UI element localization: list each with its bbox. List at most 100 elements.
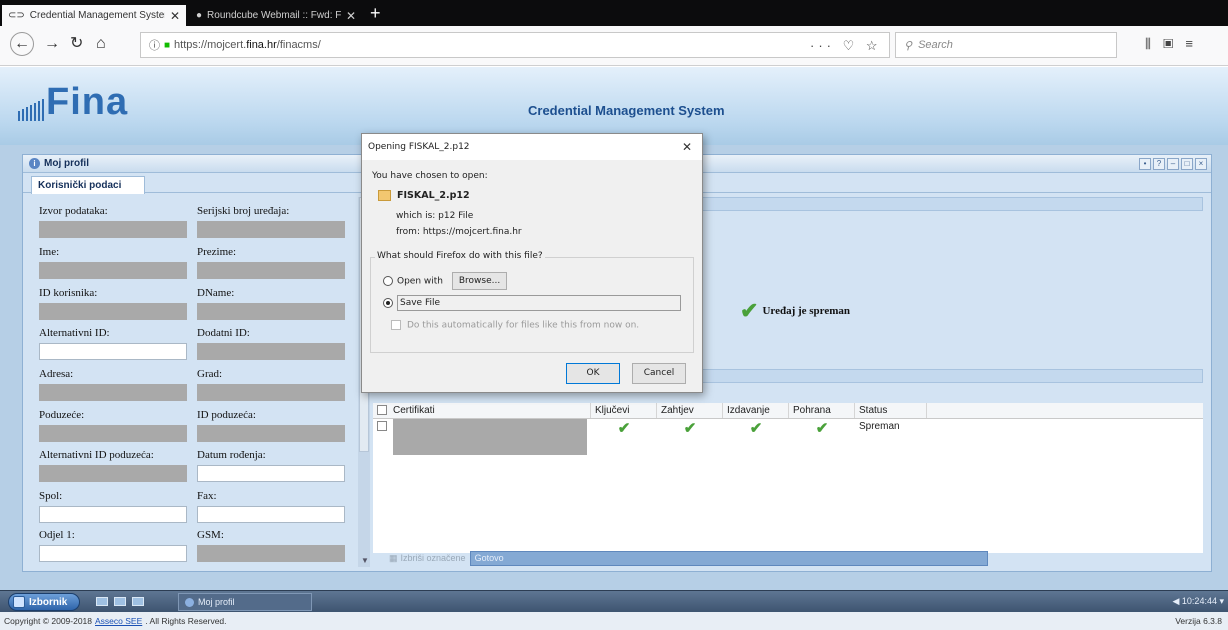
back-icon[interactable]: ← [10,32,34,56]
field-label: Datum rođenja: [197,449,266,461]
status-bar: Gotovo [469,550,988,566]
field-label: Alternativni ID poduzeća: [39,449,154,461]
column-izdavanje[interactable]: Izdavanje [723,403,789,418]
user-data-form: Izvor podataka: Serijski broj uređaja: I… [33,197,358,567]
info-icon[interactable]: ⓘ [149,37,160,53]
url-text: https://mojcert.fina.hr/finacms/ [174,39,321,51]
close-icon[interactable]: × [1195,158,1207,170]
dialog-intro: You have chosen to open: [372,171,488,181]
field-label: Grad: [197,368,223,380]
maximize-icon[interactable]: □ [1181,158,1193,170]
field-input[interactable] [39,343,187,360]
field-label: ID poduzeća: [197,409,256,421]
new-tab-icon[interactable]: + [370,3,381,23]
start-label: Izbornik [29,596,68,608]
browser-tab-cms[interactable]: ⊂⊃ Credential Management Syster ✕ [2,5,186,26]
field-input[interactable] [39,545,187,562]
field-input[interactable] [39,506,187,523]
taskbar: Izbornik Moj profil ◀ 10:24:44 ▾ [0,590,1228,612]
field-label: DName: [197,287,235,299]
form-field: Izvor podataka: [39,205,187,238]
open-with-label[interactable]: Open with [397,277,443,287]
field-input[interactable] [197,465,345,482]
dialog-title: Opening FISKAL_2.p12 [362,134,702,160]
info-icon: i [29,158,40,169]
save-file-label[interactable]: Save File [397,295,681,311]
ok-button[interactable]: OK [566,363,620,384]
taskbar-clock: ◀ 10:24:44 ▾ [1172,596,1225,606]
library-sidebar-menu-icons[interactable]: ⫼▣≡ [1145,36,1205,52]
cell-zahtjev: ✔ [683,420,697,437]
browser-tab-webmail[interactable]: ● Roundcube Webmail :: Fwd: Fw ✕ [190,5,362,26]
minimize-icon[interactable]: – [1167,158,1179,170]
taskbar-item-profile[interactable]: Moj profil [178,593,312,611]
auto-checkbox[interactable] [391,320,401,330]
search-icon: ⚲ [904,39,913,52]
logo-bars [18,99,44,121]
form-field: ID poduzeća: [197,409,345,442]
column-label: Ključevi [595,405,630,416]
close-icon[interactable]: ✕ [682,140,692,154]
column-zahtjev[interactable]: Zahtjev [657,403,723,418]
company-link[interactable]: Asseco SEE [95,616,142,626]
help-icon[interactable]: ? [1153,158,1165,170]
field-label: GSM: [197,529,224,541]
save-file-radio[interactable] [383,298,393,308]
search-placeholder: Search [918,39,953,51]
field-input [39,303,187,320]
row-checkbox[interactable] [377,421,387,431]
form-field: Poduzeće: [39,409,187,442]
select-all-checkbox[interactable] [377,405,387,415]
form-field: Alternativni ID poduzeća: [39,449,187,482]
quick-launch-icon[interactable] [96,597,108,606]
field-label: Prezime: [197,246,237,258]
column-pohrana[interactable]: Pohrana [789,403,855,418]
cell-status: Spreman [859,421,900,432]
start-menu-button[interactable]: Izbornik [8,593,80,611]
field-label: Adresa: [39,368,74,380]
dialog-file: FISKAL_2.p12 [378,190,470,201]
field-label: ID korisnika: [39,287,98,299]
field-input [197,221,345,238]
open-with-radio[interactable] [383,276,393,286]
form-field: Grad: [197,368,345,401]
dialog-file-type: which is: p12 File [396,211,474,221]
quick-launch-icon[interactable] [114,597,126,606]
tab-user-data[interactable]: Korisnički podaci [31,176,145,194]
column-kljucevi[interactable]: Ključevi [591,403,657,418]
form-field: Alternativni ID: [39,327,187,360]
reload-icon[interactable]: ↻ [70,33,83,55]
column-status[interactable]: Status [855,403,927,418]
form-field: Spol: [39,490,187,523]
search-input[interactable]: ⚲ Search [895,32,1117,58]
link-icon: ⊂⊃ [8,10,25,21]
page-actions-icons[interactable]: ··· ♡ ☆ [810,38,882,54]
table-row[interactable]: ✔ ✔ ✔ ✔ Spreman [373,419,1203,457]
field-label: Fax: [197,490,217,502]
copyright-text: Copyright © 2009-2018 [4,616,93,626]
form-field: GSM: [197,529,345,562]
cell-kljucevi: ✔ [617,420,631,437]
close-tab-icon[interactable]: ✕ [170,9,180,23]
window-title: Moj profil [44,158,89,169]
field-input[interactable] [197,506,345,523]
column-certifikati[interactable]: Certifikati [373,403,591,418]
close-tab-icon[interactable]: ✕ [346,9,356,23]
forward-icon[interactable]: → [44,33,60,55]
cancel-button[interactable]: Cancel [632,363,686,384]
browse-button[interactable]: Browse... [451,272,508,290]
save-file-row: Save File [383,295,681,311]
field-input [39,425,187,442]
tab-title: Credential Management Syster [29,10,165,21]
form-field: Dodatni ID: [197,327,345,360]
delete-selected-button[interactable]: ▦ Izbriši označene [389,553,466,564]
chevron-down-icon[interactable]: ▼ [361,556,369,565]
webmail-icon: ● [196,10,203,21]
home-icon[interactable]: ⌂ [96,33,106,55]
quick-launch-icon[interactable] [132,597,144,606]
url-bar[interactable]: ⓘ ■ https://mojcert.fina.hr/finacms/ [140,32,890,58]
field-label: Serijski broj uređaja: [197,205,290,217]
cell-izdavanje: ✔ [749,420,763,437]
file-icon [378,190,391,201]
settings-icon[interactable]: • [1139,158,1151,170]
